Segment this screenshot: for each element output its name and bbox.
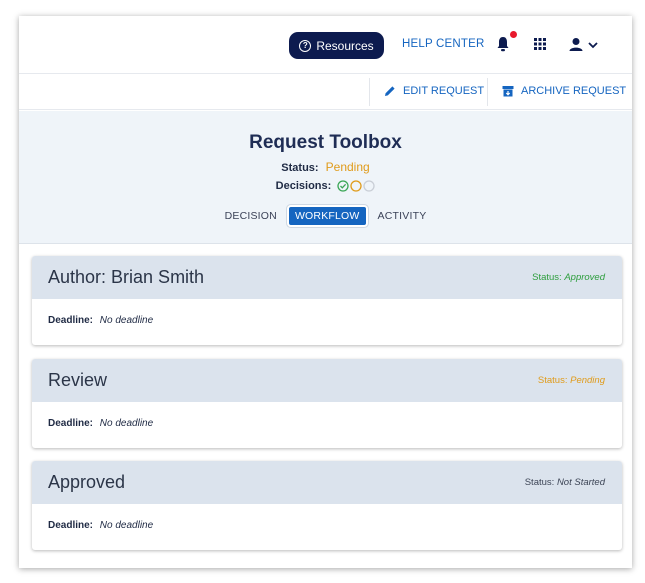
workflow-step-card: Author: Brian Smith Status: Approved Dea…: [32, 256, 622, 345]
step-status-label: Status:: [537, 375, 568, 386]
user-menu-icon[interactable]: [569, 37, 601, 53]
step-deadline: Deadline: No deadline: [48, 520, 153, 531]
step-status-label: Status:: [532, 272, 562, 283]
archive-request-button[interactable]: ARCHIVE REQUEST: [502, 85, 626, 97]
step-header[interactable]: Author: Brian Smith Status: Approved: [32, 256, 622, 299]
apps-grid-icon[interactable]: [534, 38, 546, 50]
help-center-link[interactable]: HELP CENTER: [402, 38, 485, 50]
bell-icon[interactable]: [496, 36, 510, 52]
app-window: ? Resources HELP CENTER EDIT REQUEST ARC…: [19, 16, 632, 568]
deadline-value: No deadline: [99, 315, 154, 326]
step-body: Deadline: No deadline: [32, 504, 622, 550]
deadline-value: No deadline: [99, 418, 154, 429]
step-body: Deadline: No deadline: [32, 402, 622, 448]
step-deadline: Deadline: No deadline: [48, 418, 153, 429]
action-bar: EDIT REQUEST ARCHIVE REQUEST: [19, 74, 632, 110]
deadline-label: Deadline:: [48, 520, 94, 531]
decision-approved-icon: [337, 180, 349, 192]
step-status-value: Pending: [570, 375, 605, 386]
request-toolbox-header: Request Toolbox Status: Pending Decision…: [19, 111, 632, 244]
help-circle-icon: ?: [299, 39, 312, 52]
notification-badge: [510, 31, 517, 38]
step-status: Status: Pending: [538, 375, 605, 386]
decisions-label: Decisions:: [275, 180, 332, 192]
workflow-step-card: Approved Status: Not Started Deadline: N…: [32, 461, 622, 550]
step-status: Status: Not Started: [525, 477, 605, 488]
archive-request-label: ARCHIVE REQUEST: [521, 85, 627, 97]
decision-indicators: [337, 180, 375, 192]
step-body: Deadline: No deadline: [32, 299, 622, 345]
step-deadline: Deadline: No deadline: [48, 315, 153, 326]
step-status-value: Approved: [564, 272, 605, 283]
archive-icon: [502, 86, 514, 97]
pencil-icon: [385, 86, 395, 96]
deadline-label: Deadline:: [48, 315, 94, 326]
step-header[interactable]: Approved Status: Not Started: [32, 461, 622, 504]
step-status-value: Not Started: [556, 477, 605, 488]
step-status: Status: Approved: [532, 272, 605, 283]
status-value: Pending: [325, 160, 370, 174]
status-label: Status:: [281, 162, 319, 174]
divider: [487, 78, 488, 106]
step-title: Approved: [48, 472, 126, 492]
decision-pending-icon: [350, 180, 362, 192]
step-header[interactable]: Review Status: Pending: [32, 359, 622, 402]
top-nav: ? Resources HELP CENTER: [19, 16, 632, 74]
edit-request-button[interactable]: EDIT REQUEST: [384, 85, 484, 97]
resources-label: Resources: [316, 38, 374, 53]
decision-not-started-icon: [363, 180, 375, 192]
workflow-step-card: Review Status: Pending Deadline: No dead…: [32, 359, 622, 448]
step-title: Review: [48, 370, 108, 390]
toolbox-tabs: DECISION WORKFLOW ACTIVITY: [19, 207, 632, 225]
deadline-label: Deadline:: [48, 418, 94, 429]
divider: [369, 78, 370, 106]
decisions-summary: Decisions:: [19, 180, 632, 192]
step-status-label: Status:: [524, 477, 555, 488]
tab-activity[interactable]: ACTIVITY: [372, 207, 433, 225]
resources-button[interactable]: ? Resources: [289, 32, 384, 59]
request-status: Status: Pending: [19, 160, 632, 174]
edit-request-label: EDIT REQUEST: [403, 85, 485, 97]
deadline-value: No deadline: [99, 520, 154, 531]
page-title: Request Toolbox: [249, 132, 402, 153]
tab-decision[interactable]: DECISION: [219, 207, 283, 225]
tab-workflow[interactable]: WORKFLOW: [288, 207, 366, 225]
step-title: Author: Brian Smith: [48, 267, 205, 287]
